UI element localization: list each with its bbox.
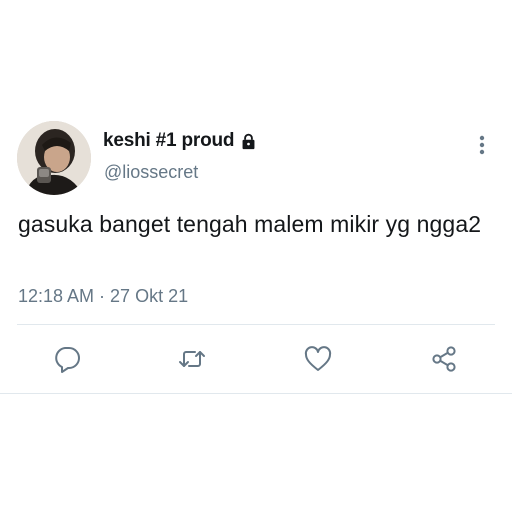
divider-bottom <box>0 393 512 394</box>
retweet-icon <box>179 351 205 367</box>
display-name-row: keshi #1 proud <box>103 129 257 153</box>
heart-icon <box>304 346 332 371</box>
tweet-timestamp[interactable]: 12:18 AM · 27 Okt 21 <box>18 286 188 307</box>
reply-button[interactable] <box>52 344 82 374</box>
share-button[interactable] <box>429 344 459 374</box>
avatar[interactable] <box>17 121 91 195</box>
tweet-text: gasuka banget tengah malem mikir yg ngga… <box>18 211 482 237</box>
user-handle[interactable]: @liossecret <box>104 162 198 183</box>
like-button[interactable] <box>303 344 333 374</box>
lock-icon <box>240 133 257 150</box>
avatar-image <box>17 121 91 195</box>
divider <box>17 324 495 325</box>
more-vertical-icon[interactable] <box>472 134 492 156</box>
tweet-card: keshi #1 proud @liossecret gasuka banget… <box>0 0 512 512</box>
share-icon <box>432 346 456 372</box>
display-name[interactable]: keshi #1 proud <box>103 130 234 152</box>
retweet-button[interactable] <box>177 344 207 374</box>
reply-icon <box>55 347 80 373</box>
